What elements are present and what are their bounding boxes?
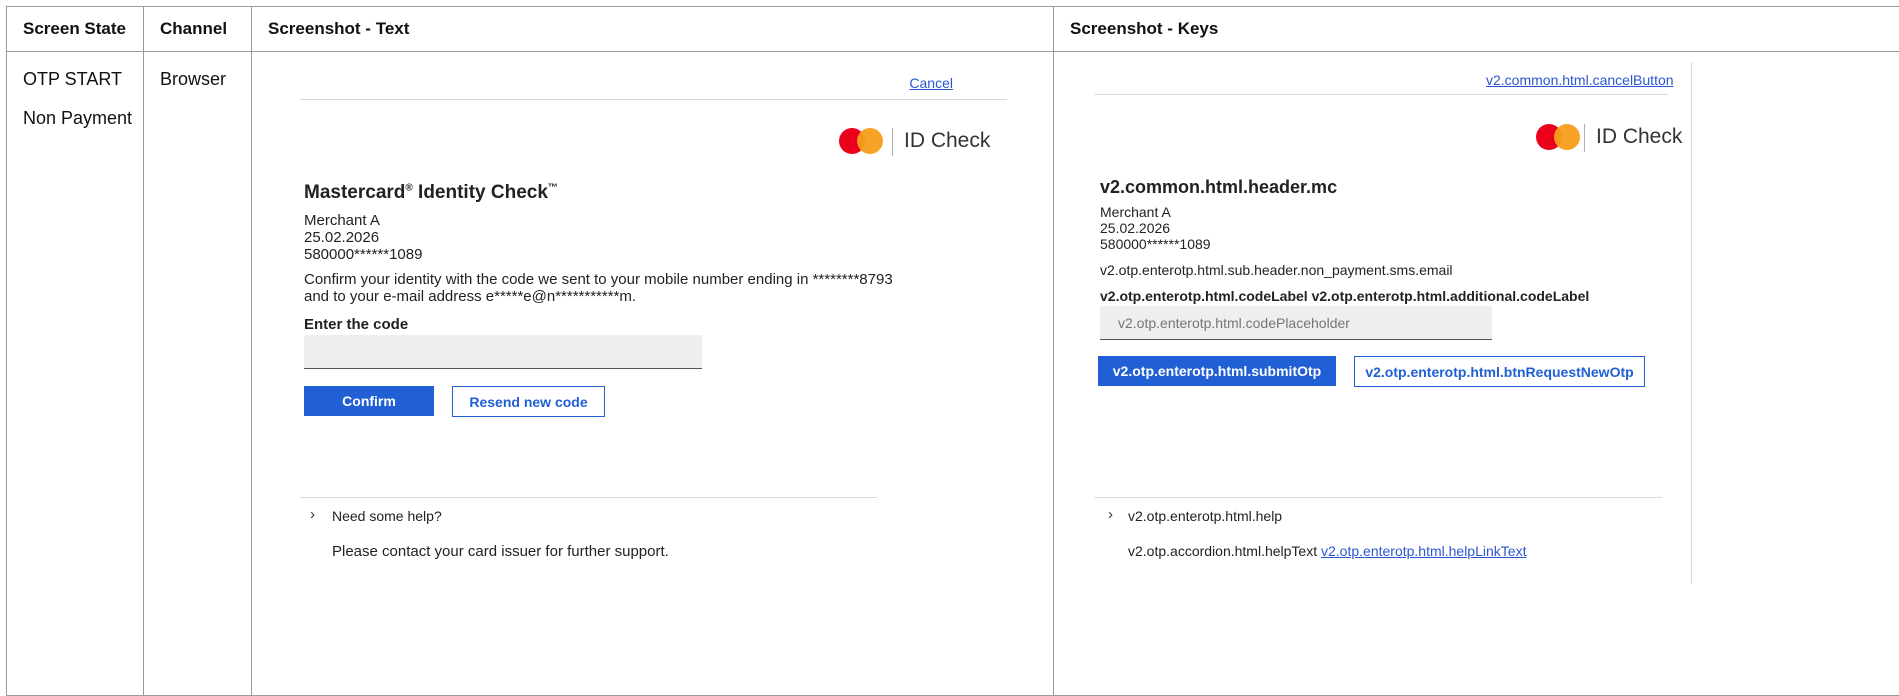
help-toggle[interactable]: Need some help? xyxy=(332,508,442,524)
header-screenshot-keys: Screenshot - Keys xyxy=(1054,7,1899,52)
screen-state-cell: OTP START Non Payment xyxy=(7,52,144,696)
card-number: 580000******1089 xyxy=(304,246,422,263)
transaction-date: 25.02.2026 xyxy=(304,229,379,246)
header-row: Screen State Channel Screenshot - Text S… xyxy=(7,7,1899,52)
screenshot-text-cell: Cancel ID Check Mastercard® Identity Che… xyxy=(252,52,1054,696)
code-label-key: v2.otp.enterotp.html.codeLabel v2.otp.en… xyxy=(1100,288,1589,304)
transaction-date-keys: 25.02.2026 xyxy=(1100,220,1170,236)
code-input-keys[interactable] xyxy=(1100,306,1492,340)
help-text: Please contact your card issuer for furt… xyxy=(332,543,669,560)
page-title-keys: v2.common.html.header.mc xyxy=(1100,177,1337,198)
page-title: Mastercard® Identity Check™ xyxy=(304,182,558,204)
screenshot-keys-cell: v2.common.html.cancelButton ID Check v2.… xyxy=(1054,52,1899,696)
submit-otp-button[interactable]: v2.otp.enterotp.html.submitOtp xyxy=(1098,356,1336,386)
header-screen-state: Screen State xyxy=(7,7,144,52)
mastercard-logo-icon xyxy=(1536,124,1580,150)
top-divider-keys xyxy=(1094,94,1668,95)
confirm-message-line2: and to your e-mail address e*****e@n****… xyxy=(304,288,636,305)
merchant-name-keys: Merchant A xyxy=(1100,204,1171,220)
help-link-key[interactable]: v2.otp.enterotp.html.helpLinkText xyxy=(1321,543,1526,559)
channel-value: Browser xyxy=(144,52,251,99)
mastercard-logo-icon xyxy=(839,128,883,154)
confirm-button[interactable]: Confirm xyxy=(304,386,434,416)
help-divider-keys xyxy=(1094,497,1662,498)
header-channel: Channel xyxy=(144,7,252,52)
otp-screen-text: Cancel ID Check Mastercard® Identity Che… xyxy=(252,52,1053,695)
request-new-otp-button[interactable]: v2.otp.enterotp.html.btnRequestNewOtp xyxy=(1354,356,1645,387)
top-divider xyxy=(300,99,1007,100)
subheader-key: v2.otp.enterotp.html.sub.header.non_paym… xyxy=(1100,262,1453,278)
help-divider xyxy=(300,497,877,498)
help-toggle-keys[interactable]: v2.otp.enterotp.html.help xyxy=(1128,508,1282,524)
help-text-keys: v2.otp.accordion.html.helpText v2.otp.en… xyxy=(1128,543,1526,559)
card-number-keys: 580000******1089 xyxy=(1100,236,1211,252)
table-row: OTP START Non Payment Browser Cancel ID … xyxy=(7,52,1899,696)
code-label: Enter the code xyxy=(304,316,408,333)
cancel-key-link[interactable]: v2.common.html.cancelButton xyxy=(1486,72,1674,88)
screen-state-secondary: Non Payment xyxy=(23,99,143,138)
resend-code-button[interactable]: Resend new code xyxy=(452,386,605,417)
chevron-right-icon[interactable]: › xyxy=(1108,506,1113,523)
help-text-key: v2.otp.accordion.html.helpText xyxy=(1128,543,1317,559)
id-check-label: ID Check xyxy=(904,129,990,153)
documentation-table: Screen State Channel Screenshot - Text S… xyxy=(6,6,1899,696)
code-input[interactable] xyxy=(304,335,702,369)
confirm-message-line1: Confirm your identity with the code we s… xyxy=(304,271,893,288)
cancel-link[interactable]: Cancel xyxy=(909,75,953,91)
merchant-name: Merchant A xyxy=(304,212,380,229)
brand-separator xyxy=(892,128,893,156)
right-frame-edge xyxy=(1691,62,1692,584)
brand-separator-keys xyxy=(1584,124,1585,152)
screen-state-primary: OTP START xyxy=(23,60,143,99)
id-check-label-keys: ID Check xyxy=(1596,125,1682,149)
channel-cell: Browser xyxy=(144,52,252,696)
header-screenshot-text: Screenshot - Text xyxy=(252,7,1054,52)
chevron-right-icon[interactable]: › xyxy=(310,506,315,523)
otp-screen-keys: v2.common.html.cancelButton ID Check v2.… xyxy=(1054,52,1899,695)
